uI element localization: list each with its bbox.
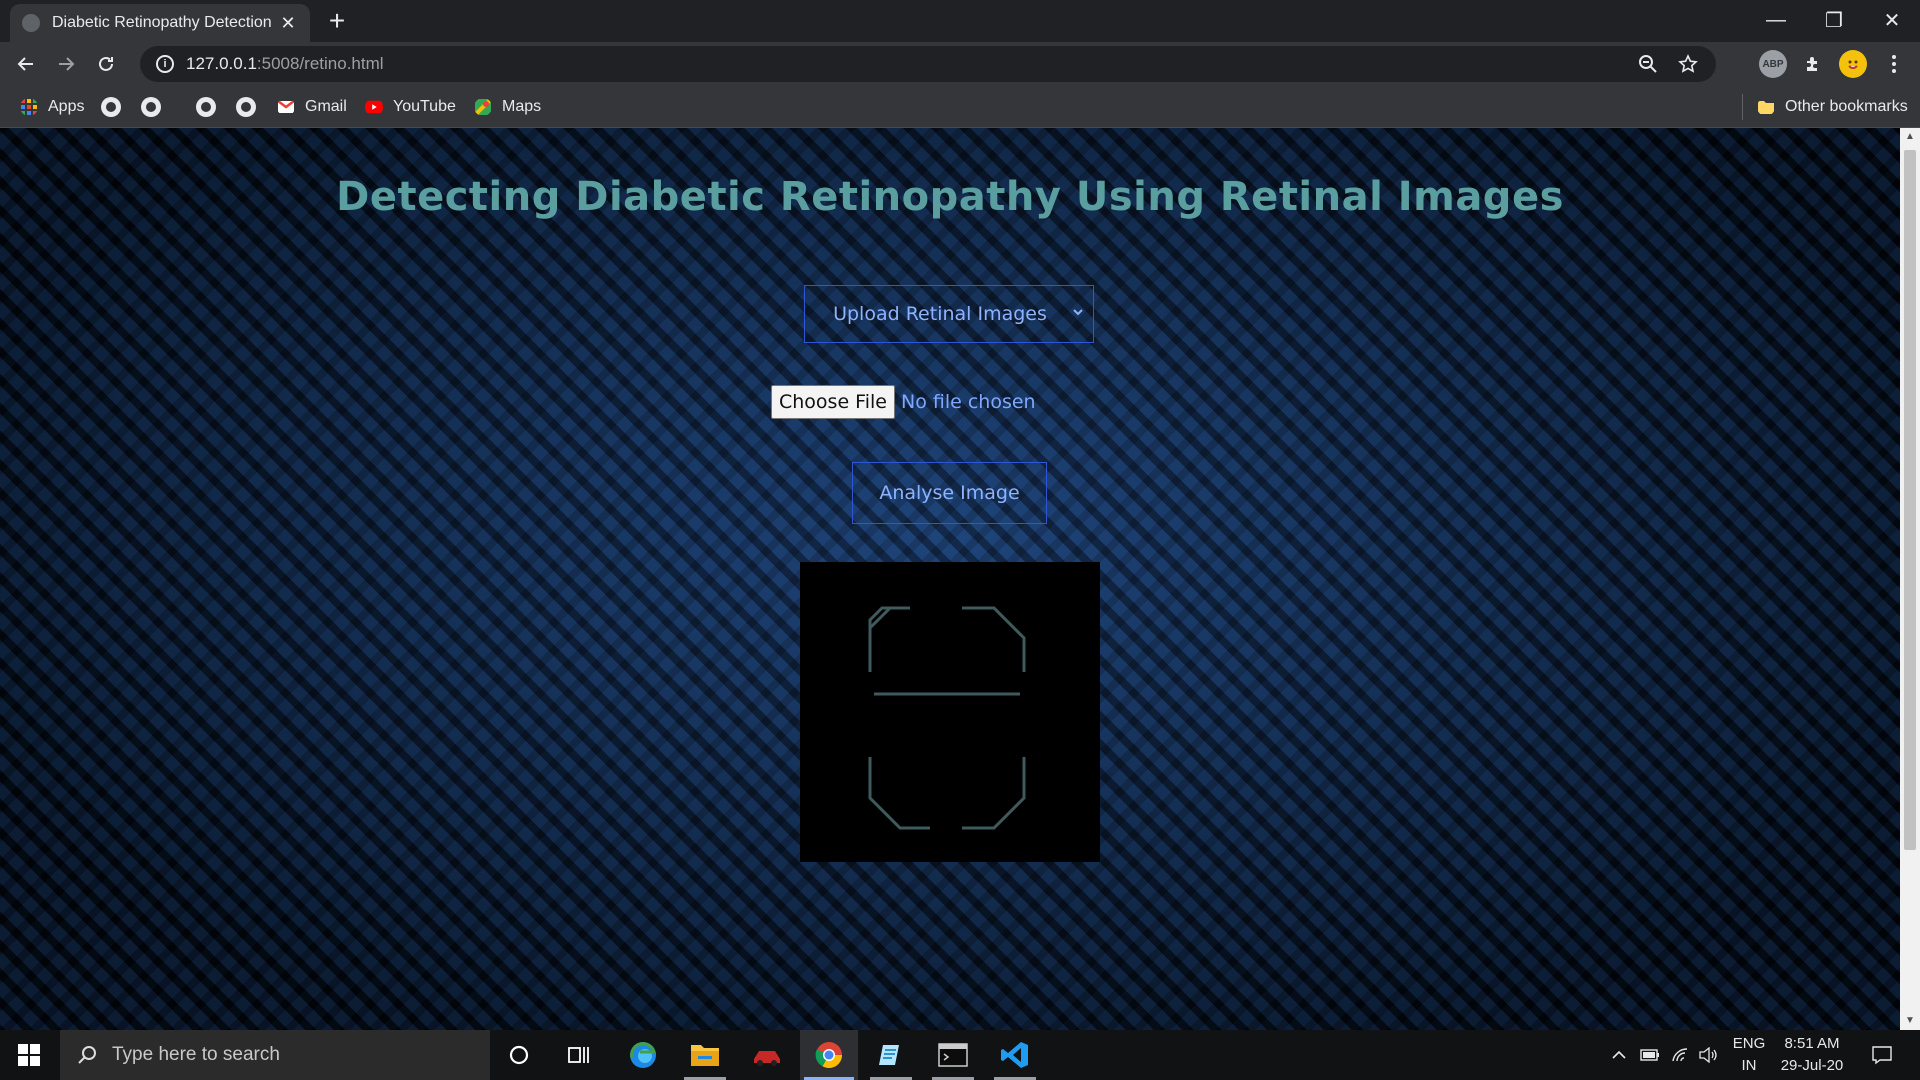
tab-title: Diabetic Retinopathy Detection — [52, 14, 272, 31]
windows-logo-icon — [18, 1044, 40, 1066]
upload-dropdown-label: Upload Retinal Images — [833, 303, 1047, 325]
bookmark-youtube[interactable]: YouTube — [365, 96, 456, 118]
language-indicator[interactable]: ENG IN — [1726, 1030, 1772, 1080]
vscode-icon — [1001, 1042, 1028, 1068]
chrome-icon — [815, 1042, 843, 1069]
globe-icon[interactable] — [141, 97, 161, 117]
terminal-icon — [938, 1043, 968, 1067]
edge-app[interactable] — [614, 1030, 672, 1080]
clock[interactable]: 8:51 AM 29-Jul-20 — [1772, 1030, 1852, 1080]
choose-file-button[interactable]: Choose File — [771, 385, 895, 419]
extensions-puzzle-icon[interactable] — [1799, 50, 1827, 78]
apps-grid-icon — [21, 99, 37, 115]
file-explorer-app[interactable] — [676, 1030, 734, 1080]
show-hidden-icons-chevron-icon[interactable] — [1605, 1030, 1633, 1080]
page-viewport: Detecting Diabetic Retinopathy Using Ret… — [0, 128, 1900, 1030]
language-code: ENG — [1732, 1035, 1766, 1052]
analyse-image-button[interactable]: Analyse Image — [852, 462, 1047, 524]
bookmark-apps-label: Apps — [48, 98, 85, 115]
bookmark-youtube-label: YouTube — [393, 98, 456, 115]
back-button[interactable] — [10, 48, 42, 80]
notepad-icon — [879, 1045, 899, 1065]
close-window-button[interactable]: ✕ — [1864, 0, 1920, 40]
bookmark-gmail-label: Gmail — [305, 98, 347, 115]
avatar-face-icon — [1848, 60, 1858, 69]
back-arrow-icon — [17, 57, 33, 71]
page-scrollbar[interactable]: ▲ ▼ — [1900, 128, 1920, 1030]
reload-icon — [99, 56, 113, 71]
minimize-button[interactable]: — — [1748, 0, 1804, 40]
close-tab-icon[interactable]: ✕ — [278, 13, 298, 34]
maps-icon — [474, 98, 492, 116]
tab-active[interactable]: Diabetic Retinopathy Detection ✕ — [10, 4, 310, 42]
vscode-app[interactable] — [986, 1030, 1044, 1080]
globe-icon[interactable] — [101, 97, 121, 117]
notification-center-icon[interactable] — [1862, 1030, 1902, 1080]
task-view-button[interactable] — [550, 1030, 608, 1080]
gmail-icon — [277, 100, 295, 113]
forward-arrow-icon — [59, 57, 75, 71]
bookmarks-bar: Apps Gmail YouTube Maps Other bookmarks — [0, 86, 1920, 128]
youtube-icon — [365, 100, 383, 114]
bookmark-other[interactable]: Other bookmarks — [1757, 96, 1908, 118]
task-view-icon — [568, 1047, 589, 1063]
tab-strip: Diabetic Retinopathy Detection ✕ + — ❐ ✕ — [0, 0, 1920, 42]
adblock-extension-icon[interactable]: ABP — [1759, 50, 1787, 78]
edge-icon — [630, 1042, 656, 1068]
new-tab-button[interactable]: + — [322, 6, 352, 36]
scroll-up-icon[interactable]: ▲ — [1900, 128, 1920, 146]
restore-button[interactable]: ❐ — [1806, 0, 1862, 40]
retina-outline-icon — [868, 606, 1026, 830]
bookmark-gmail[interactable]: Gmail — [277, 96, 347, 118]
chrome-app[interactable] — [800, 1030, 858, 1080]
search-placeholder: Type here to search — [112, 1044, 280, 1065]
chevron-down-icon — [1073, 309, 1083, 316]
bookmark-other-label: Other bookmarks — [1785, 98, 1908, 115]
zoom-icon[interactable] — [1638, 46, 1658, 82]
bookmarks-divider — [1742, 94, 1743, 120]
page-favicon-icon — [22, 14, 40, 32]
file-input[interactable]: Choose File No file chosen — [771, 385, 1036, 419]
clock-time: 8:51 AM — [1784, 1035, 1840, 1052]
notepad-app[interactable] — [862, 1030, 920, 1080]
bookmark-star-icon[interactable] — [1678, 46, 1698, 82]
red-app[interactable] — [738, 1030, 796, 1080]
file-status-text: No file chosen — [900, 391, 1036, 413]
region-code: IN — [1741, 1057, 1757, 1074]
profile-avatar[interactable] — [1839, 50, 1867, 78]
car-app-icon — [754, 1051, 780, 1066]
browser-menu-icon[interactable] — [1878, 48, 1910, 80]
folder-icon — [1758, 101, 1774, 114]
reload-button[interactable] — [90, 48, 122, 80]
bookmark-maps-label: Maps — [502, 98, 542, 115]
cortana-circle-icon — [509, 1045, 529, 1065]
bookmark-maps[interactable]: Maps — [474, 96, 541, 118]
page-title: Detecting Diabetic Retinopathy Using Ret… — [336, 174, 1564, 220]
scrollbar-thumb[interactable] — [1904, 150, 1916, 850]
forward-button[interactable] — [50, 48, 82, 80]
start-button[interactable] — [0, 1030, 58, 1080]
volume-icon[interactable] — [1694, 1030, 1722, 1080]
folder-icon — [691, 1045, 719, 1066]
address-bar[interactable]: i 127.0.0.1 :5008/retino.html — [140, 46, 1716, 82]
cortana-button[interactable] — [490, 1030, 548, 1080]
browser-toolbar: i 127.0.0.1 :5008/retino.html ABP — [0, 42, 1920, 86]
globe-icon[interactable] — [196, 97, 216, 117]
search-icon — [78, 1046, 96, 1064]
bookmark-apps[interactable]: Apps — [20, 96, 84, 118]
site-info-icon[interactable]: i — [156, 55, 174, 73]
globe-icon[interactable] — [236, 97, 256, 117]
wifi-icon[interactable] — [1666, 1030, 1694, 1080]
image-preview-placeholder — [800, 562, 1100, 862]
terminal-app[interactable] — [924, 1030, 982, 1080]
url-path: :5008/retino.html — [256, 54, 384, 73]
url-host: 127.0.0.1 — [186, 54, 257, 73]
battery-icon[interactable] — [1636, 1030, 1664, 1080]
scroll-down-icon[interactable]: ▼ — [1900, 1012, 1920, 1030]
clock-date: 29-Jul-20 — [1780, 1057, 1844, 1074]
taskbar-search-input[interactable]: Type here to search — [60, 1030, 490, 1080]
taskbar: Type here to search ENG IN 8:51 AM 29-Ju… — [0, 1030, 1920, 1080]
upload-images-dropdown[interactable]: Upload Retinal Images — [804, 285, 1094, 343]
